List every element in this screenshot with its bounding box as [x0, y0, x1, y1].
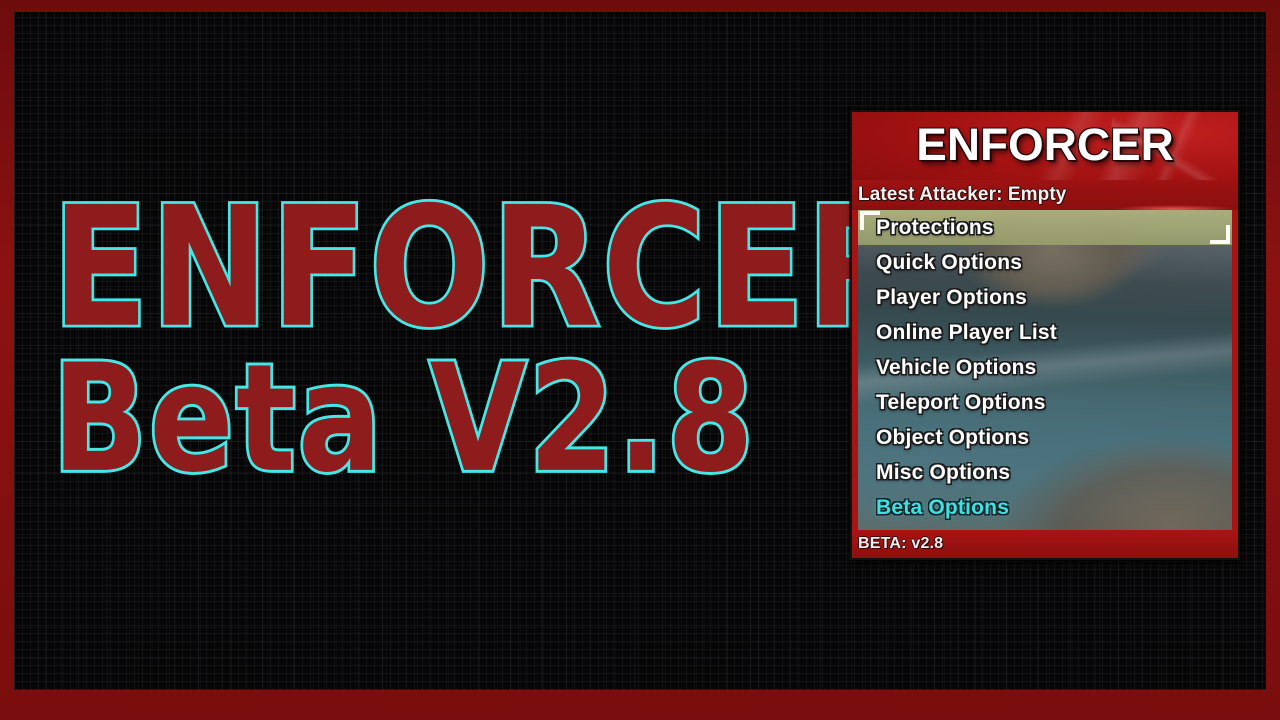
menu-header-banner: ENFORCER [852, 112, 1238, 180]
title-line-secondary: Beta V2.8 [49, 331, 756, 506]
mod-menu-panel: ENFORCER Latest Attacker: Empty Protecti… [850, 110, 1240, 560]
menu-option-player-options[interactable]: Player Options [858, 280, 1232, 315]
menu-option-rows: Protections Quick Options Player Options On… [858, 210, 1232, 525]
selection-bracket-bottom-right [1210, 225, 1230, 244]
menu-option-label: Vehicle Options [876, 355, 1037, 379]
menu-option-label: Beta Options [876, 495, 1010, 519]
latest-attacker-status: Latest Attacker: Empty [858, 184, 1067, 205]
menu-option-online-player-list[interactable]: Online Player List [858, 315, 1232, 350]
thumbnail-stage: ENFORCER Beta V2.8 ENFORCER Latest Attac… [0, 0, 1280, 720]
menu-option-label: Object Options [876, 425, 1030, 449]
menu-option-quick-options[interactable]: Quick Options [858, 245, 1232, 280]
title-line-primary: ENFORCER [49, 171, 918, 364]
menu-option-misc-options[interactable]: Misc Options [858, 455, 1232, 490]
menu-option-protections[interactable]: Protections [858, 210, 1232, 245]
page-title: ENFORCER Beta V2.8 [49, 182, 918, 496]
menu-option-beta-options[interactable]: Beta Options [858, 490, 1232, 525]
menu-option-teleport-options[interactable]: Teleport Options [858, 385, 1232, 420]
menu-version-label: BETA: v2.8 [858, 535, 944, 552]
grid-background: ENFORCER Beta V2.8 ENFORCER Latest Attac… [14, 12, 1266, 690]
menu-option-object-options[interactable]: Object Options [858, 420, 1232, 455]
menu-option-label: Online Player List [876, 320, 1057, 344]
menu-option-label: Player Options [876, 285, 1028, 309]
menu-footer: BETA: v2.8 [852, 530, 1238, 558]
menu-option-vehicle-options[interactable]: Vehicle Options [858, 350, 1232, 385]
menu-logo-wordmark: ENFORCER [916, 119, 1174, 170]
menu-option-label: Quick Options [876, 250, 1023, 274]
menu-option-label: Protections [876, 215, 994, 239]
menu-option-label: Teleport Options [876, 390, 1046, 414]
menu-option-list[interactable]: Protections Quick Options Player Options On… [858, 210, 1232, 530]
menu-subheader: Latest Attacker: Empty [852, 180, 1238, 210]
menu-option-label: Misc Options [876, 460, 1011, 484]
